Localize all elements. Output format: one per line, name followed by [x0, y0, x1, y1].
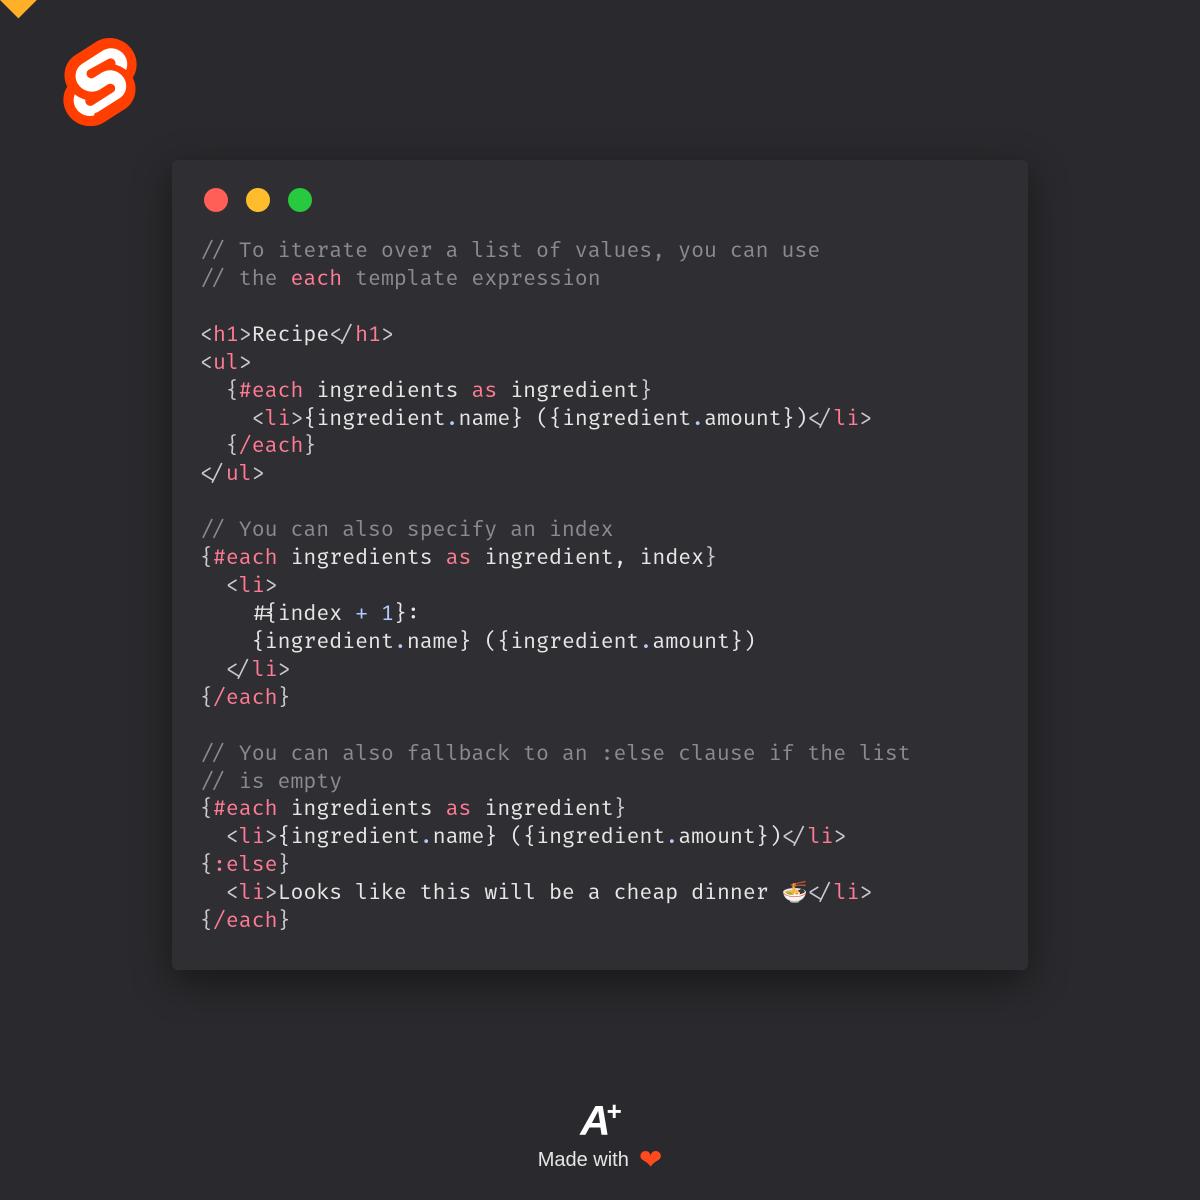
brand-logo: A+	[538, 1098, 663, 1142]
made-with-line: Made with ❤	[538, 1146, 663, 1174]
window-controls	[200, 188, 1000, 212]
footer: A+ Made with ❤	[538, 1098, 663, 1174]
minimize-icon	[246, 188, 270, 212]
heart-icon: ❤	[639, 1146, 662, 1174]
close-icon	[204, 188, 228, 212]
maximize-icon	[288, 188, 312, 212]
author-handle: @flowforfrank	[532, 110, 668, 136]
gradient-band	[0, 0, 1200, 18]
svelte-logo-icon	[56, 38, 144, 126]
code-window: // To iterate over a list of values, you…	[172, 160, 1028, 970]
code-block: // To iterate over a list of values, you…	[200, 238, 1000, 936]
